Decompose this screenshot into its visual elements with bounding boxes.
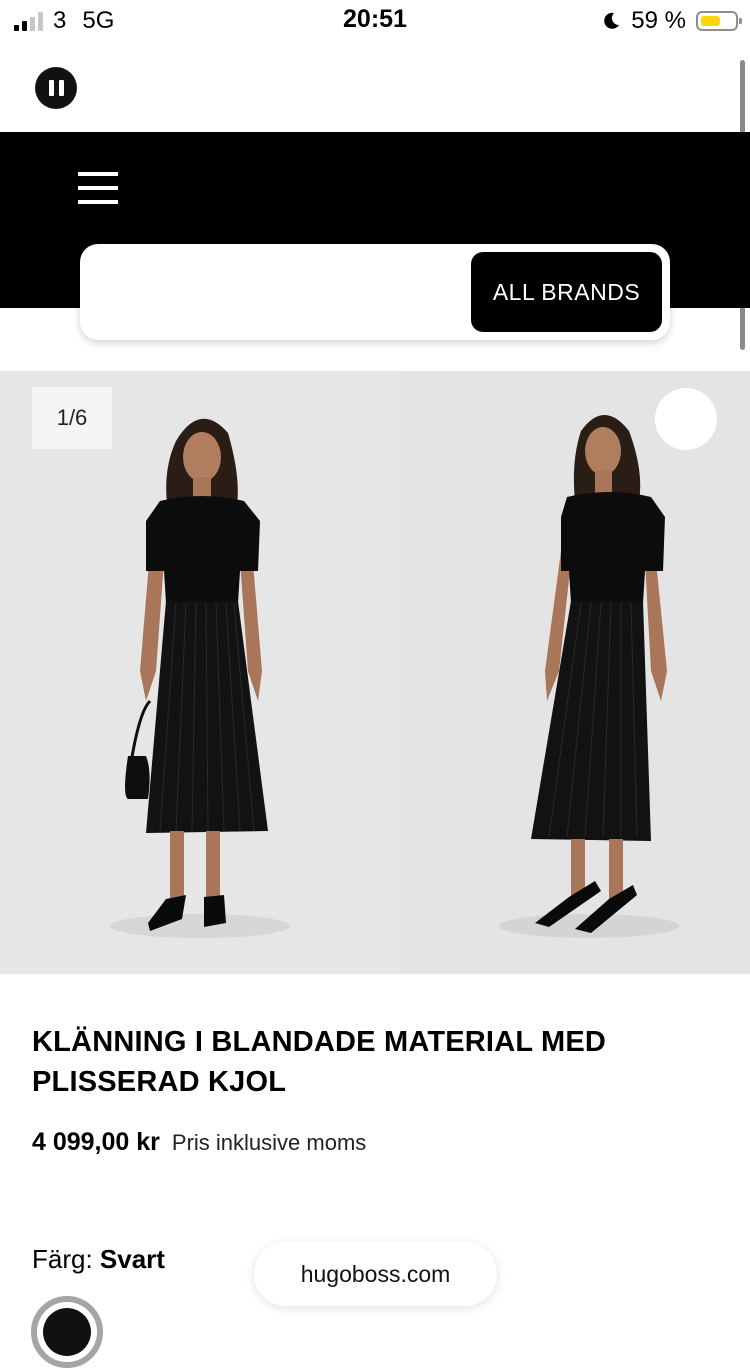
all-brands-button[interactable]: ALL BRANDS: [471, 252, 662, 332]
color-value: Svart: [99, 1244, 165, 1274]
status-bar: 3 5G 20:51 59 %: [0, 0, 750, 44]
brand-selector-card[interactable]: ALL BRANDS: [80, 244, 670, 340]
image-counter: 1/6: [32, 387, 112, 449]
pause-icon-bar: [58, 80, 64, 96]
color-row: Färg: Svart: [32, 1244, 165, 1275]
battery-icon: [696, 11, 742, 31]
product-title: KLÄNNING I BLANDADE MATERIAL MED PLISSER…: [32, 1022, 682, 1102]
pause-icon-bar: [48, 80, 54, 96]
product-title-line: PLISSERAD KJOL: [32, 1066, 287, 1098]
color-label: Färg:: [32, 1244, 93, 1274]
menu-icon[interactable]: [78, 172, 118, 204]
product-title-line: KLÄNNING I BLANDADE MATERIAL MED: [32, 1026, 607, 1058]
color-swatch[interactable]: [31, 1296, 103, 1368]
battery-percent: 59 %: [631, 7, 686, 34]
moon-icon: [604, 12, 620, 29]
pause-button[interactable]: [35, 67, 77, 109]
price-row: 4 099,00 kr Pris inklusive moms: [32, 1128, 366, 1157]
wishlist-button[interactable]: [655, 388, 717, 450]
product-price: 4 099,00 kr: [32, 1128, 160, 1156]
color-swatch-fill: [43, 1308, 91, 1356]
status-right: 59 %: [601, 6, 742, 36]
product-image-1[interactable]: [0, 371, 397, 974]
product-image-2[interactable]: [399, 371, 750, 974]
url-bar[interactable]: hugoboss.com: [254, 1242, 497, 1306]
product-gallery[interactable]: [0, 371, 750, 974]
price-note: Pris inklusive moms: [171, 1130, 367, 1155]
